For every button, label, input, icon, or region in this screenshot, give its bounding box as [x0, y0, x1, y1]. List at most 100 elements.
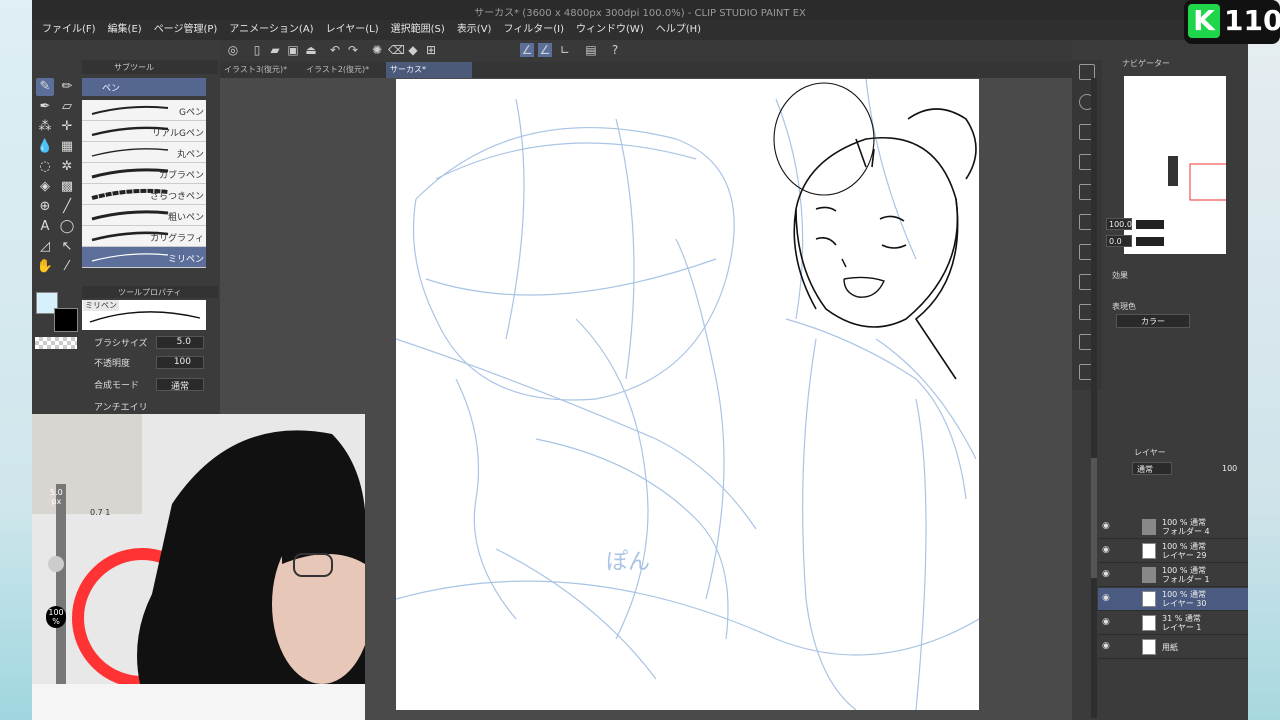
menu-edit[interactable]: 編集(E) — [102, 20, 148, 40]
size-indicator: 5.0 px — [50, 488, 63, 506]
layer-opacity-value[interactable]: 100 — [1222, 462, 1246, 475]
open-folder-icon[interactable]: ▰ — [268, 43, 282, 57]
visibility-eye-icon[interactable]: ◉ — [1102, 594, 1112, 603]
brush-g-pen[interactable]: Gペン — [82, 100, 206, 121]
menu-bar: ファイル(F) 編集(E) ページ管理(P) アニメーション(A) レイヤー(L) 選択範… — [32, 20, 1248, 40]
subtool-group-pen[interactable]: ペン — [82, 78, 206, 96]
layer-row[interactable]: ◉ 100 % 通常 フォルダー 1 — [1098, 564, 1248, 587]
decoration-tool-icon[interactable]: ⁂ — [36, 118, 54, 136]
layer-row[interactable]: ◉ 100 % 通常 フォルダー 4 — [1098, 516, 1248, 539]
tool-property-header: ツールプロパティ — [82, 286, 218, 298]
zoom-tool-icon[interactable]: ⊕ — [36, 198, 54, 216]
fill-icon[interactable]: ◆ — [406, 43, 420, 57]
fill-tool-icon[interactable]: ◈ — [36, 178, 54, 196]
drawing-canvas[interactable]: ぽん — [396, 79, 979, 710]
clear-icon[interactable]: ⌫ — [388, 43, 405, 57]
tab-illust2[interactable]: イラスト2(復元)* — [302, 62, 386, 78]
menu-page[interactable]: ページ管理(P) — [148, 20, 224, 40]
ruler-tool-icon[interactable]: ◿ — [36, 238, 54, 256]
layer-thumbnail — [1142, 591, 1156, 607]
antialias-row[interactable]: アンチエイリ — [94, 400, 204, 414]
visibility-eye-icon[interactable]: ◉ — [1102, 522, 1112, 531]
brush-round-pen[interactable]: 丸ペン — [82, 142, 206, 163]
visibility-eye-icon[interactable]: ◉ — [1102, 642, 1112, 651]
visibility-eye-icon[interactable]: ◉ — [1102, 570, 1112, 579]
eyedropper-tool-icon[interactable]: ⁄ — [58, 258, 76, 276]
opacity-row[interactable]: 不透明度 100 — [94, 356, 204, 370]
badge-letter: K — [1188, 4, 1220, 38]
export-icon[interactable]: ⏏ — [304, 43, 318, 57]
gradient-tool-icon[interactable]: ▩ — [58, 178, 76, 196]
snap-grid-icon[interactable]: ∟ — [558, 43, 572, 57]
line-tool-icon[interactable]: ╱ — [58, 198, 76, 216]
window-title: サーカス* (3600 x 4800px 300dpi 100.0%) - CL… — [474, 8, 806, 19]
pencil-tool-icon[interactable]: ✏ — [58, 78, 76, 96]
clip-studio-icon[interactable]: ◎ — [226, 43, 240, 57]
layer-row[interactable]: ◉ 用紙 — [1098, 636, 1248, 659]
brush-tool-icon[interactable]: ✒ — [36, 98, 54, 116]
layer-blend-select[interactable]: 通常 — [1132, 462, 1172, 475]
help-icon[interactable]: ? — [608, 43, 622, 57]
new-file-icon[interactable]: ▯ — [250, 43, 264, 57]
snap-special-ruler-icon[interactable]: ∠ — [538, 43, 552, 57]
loading-icon[interactable]: ✺ — [370, 43, 384, 57]
zoom-row[interactable]: 100.0 — [1106, 218, 1246, 232]
folder-icon — [1142, 567, 1156, 583]
sub-color-swatch[interactable] — [54, 308, 78, 332]
blend-mode-row[interactable]: 合成モード 通常 — [94, 378, 204, 392]
subtool-header: サブツール — [82, 60, 218, 74]
layer-row[interactable]: ◉ 100 % 通常 レイヤー 29 — [1098, 540, 1248, 563]
move-tool-icon[interactable]: ✛ — [58, 118, 76, 136]
redo-icon[interactable]: ↷ — [346, 43, 360, 57]
subtool-panel: サブツール ペン Gペン リアルGペン 丸ペン カブラペン ざらつきペン 粗いペ… — [82, 60, 218, 268]
layer-panel: レイヤー 通常 100 ◉ 100 % 通常 フォルダー 4 ◉ 100 % 通常 レイ… — [1098, 442, 1248, 720]
menu-layer[interactable]: レイヤー(L) — [320, 20, 385, 40]
menu-animation[interactable]: アニメーション(A) — [223, 20, 319, 40]
pen-tool-icon[interactable]: ✎ — [36, 78, 54, 96]
operation-tool-icon[interactable]: ↖ — [58, 238, 76, 256]
layer-header: レイヤー — [1134, 448, 1166, 457]
menu-view[interactable]: 表示(V) — [451, 20, 498, 40]
menu-filter[interactable]: フィルター(I) — [497, 20, 570, 40]
layer-row-selected[interactable]: ◉ 100 % 通常 レイヤー 30 — [1098, 588, 1248, 611]
menu-help[interactable]: ヘルプ(H) — [650, 20, 707, 40]
layer-row[interactable]: ◉ 31 % 通常 レイヤー 1 — [1098, 612, 1248, 635]
navigator-header: ナビゲーター — [1122, 59, 1170, 68]
hand-tool-icon[interactable]: ✋ — [36, 258, 54, 276]
auto-select-icon[interactable]: ✲ — [58, 158, 76, 176]
visibility-eye-icon[interactable]: ◉ — [1102, 618, 1112, 627]
webcam-overlay: 5.0 px 0.7 1 100% — [32, 414, 365, 720]
balloon-tool-icon[interactable]: ◯ — [58, 218, 76, 236]
sketch-drawing: ぽん — [396, 79, 979, 710]
snap-ruler-icon[interactable]: ∠ — [520, 43, 534, 57]
brush-real-g-pen[interactable]: リアルGペン — [82, 121, 206, 142]
text-tool-icon[interactable]: A — [36, 218, 54, 236]
document-icon[interactable]: ▤ — [584, 43, 598, 57]
transform-icon[interactable]: ⊞ — [424, 43, 438, 57]
menu-file[interactable]: ファイル(F) — [36, 20, 102, 40]
eraser-tool-icon[interactable]: ▱ — [58, 98, 76, 116]
brush-coarse-pen[interactable]: 粗いペン — [82, 205, 206, 226]
layer-thumbnail — [1142, 615, 1156, 631]
lasso-tool-icon[interactable]: ◌ — [36, 158, 54, 176]
blend-tool-icon[interactable]: 💧 — [36, 138, 54, 156]
tab-illust3[interactable]: イラスト3(復元)* — [220, 62, 304, 78]
brush-size-row[interactable]: ブラシサイズ 5.0 — [94, 336, 204, 350]
effects-label: 効果 — [1112, 271, 1128, 280]
canvas-scrollbar[interactable] — [1091, 78, 1097, 718]
brush-calligraphy[interactable]: カリグラフィ — [82, 226, 206, 247]
menu-selection[interactable]: 選択範囲(S) — [385, 20, 451, 40]
menu-window[interactable]: ウィンドウ(W) — [570, 20, 650, 40]
rotate-row[interactable]: 0.0 — [1106, 235, 1246, 249]
transparent-swatch[interactable] — [35, 337, 77, 349]
frame-tool-icon[interactable]: ▦ — [58, 138, 76, 156]
expression-select[interactable]: カラー — [1116, 314, 1190, 328]
brush-milli-pen[interactable]: ミリペン — [82, 247, 206, 268]
save-icon[interactable]: ▣ — [286, 43, 300, 57]
brush-rough-pen[interactable]: ざらつきペン — [82, 184, 206, 205]
tab-circus[interactable]: サーカス* — [386, 62, 472, 78]
undo-icon[interactable]: ↶ — [328, 43, 342, 57]
visibility-eye-icon[interactable]: ◉ — [1102, 546, 1112, 555]
brush-kabura-pen[interactable]: カブラペン — [82, 163, 206, 184]
badge-number: 110 — [1224, 4, 1280, 37]
